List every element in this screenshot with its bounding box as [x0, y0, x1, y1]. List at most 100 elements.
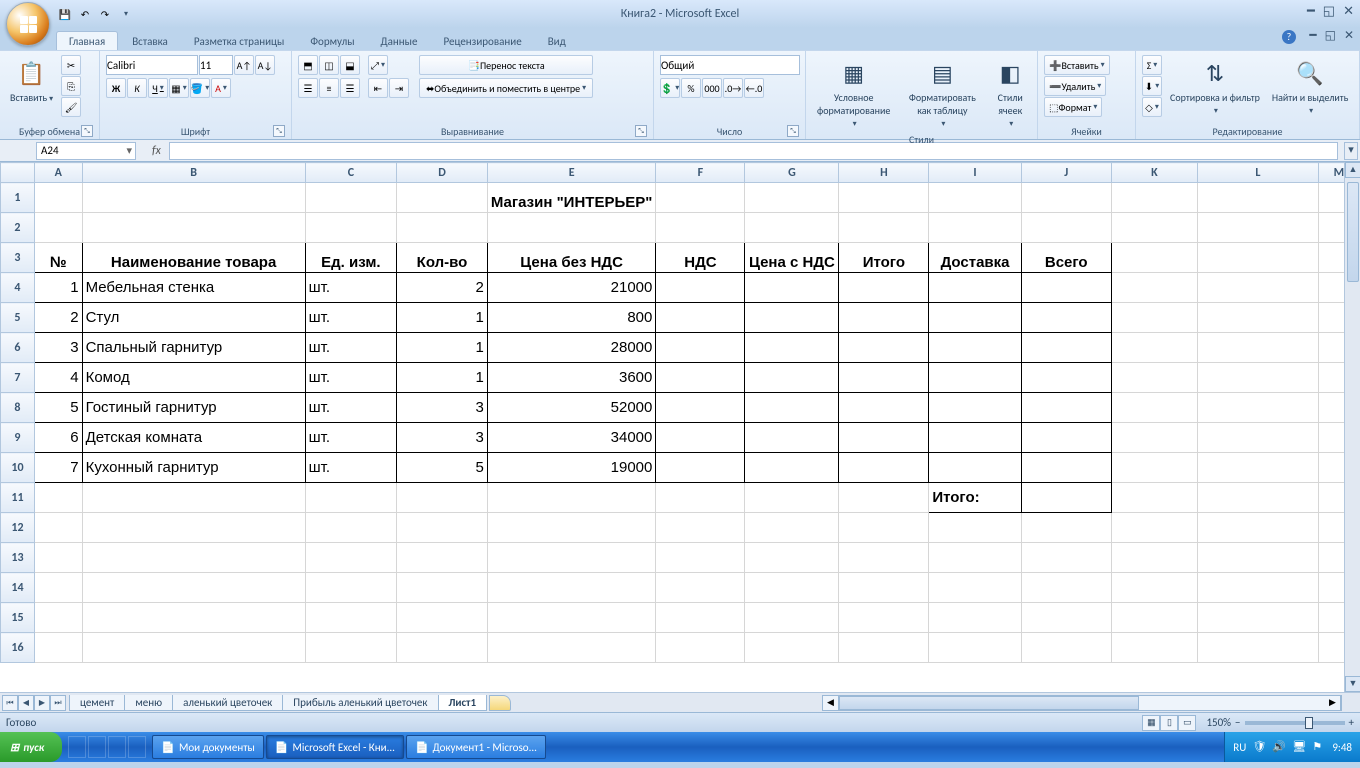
- row-header-10[interactable]: 10: [1, 453, 35, 483]
- font-color-icon[interactable]: A: [211, 78, 231, 98]
- col-header-F[interactable]: F: [656, 163, 745, 183]
- cell-I7[interactable]: [929, 363, 1021, 393]
- cell-F7[interactable]: [656, 363, 745, 393]
- cell-L14[interactable]: [1198, 573, 1319, 603]
- cell-A14[interactable]: [34, 573, 82, 603]
- col-header-H[interactable]: H: [839, 163, 929, 183]
- cell-K12[interactable]: [1111, 513, 1197, 543]
- row-header-3[interactable]: 3: [1, 243, 35, 273]
- cell-C8[interactable]: шт.: [305, 393, 397, 423]
- italic-button[interactable]: К: [127, 78, 147, 98]
- col-header-B[interactable]: B: [82, 163, 305, 183]
- cell-G10[interactable]: [745, 453, 839, 483]
- hscroll-thumb[interactable]: [839, 696, 1139, 710]
- minimize-button[interactable]: ━: [1307, 4, 1315, 19]
- sheet-nav-next-icon[interactable]: ▶: [34, 695, 50, 711]
- tab-home[interactable]: Главная: [56, 31, 118, 50]
- cell-C14[interactable]: [305, 573, 397, 603]
- cell-G12[interactable]: [745, 513, 839, 543]
- sheet-tab-4[interactable]: Лист1: [438, 695, 488, 711]
- cell-I13[interactable]: [929, 543, 1021, 573]
- find-select-button[interactable]: 🔍Найти и выделить: [1268, 55, 1352, 118]
- cell-B6[interactable]: Спальный гарнитур: [82, 333, 305, 363]
- zoom-slider[interactable]: [1245, 721, 1345, 725]
- cell-L4[interactable]: [1198, 273, 1319, 303]
- ql-icon-2[interactable]: [88, 736, 106, 758]
- cell-H1[interactable]: [839, 183, 929, 213]
- row-header-7[interactable]: 7: [1, 363, 35, 393]
- cell-D9[interactable]: 3: [397, 423, 488, 453]
- cell-B4[interactable]: Мебельная стенка: [82, 273, 305, 303]
- cell-L2[interactable]: [1198, 213, 1319, 243]
- tray-icon-3[interactable]: 🖥: [1292, 740, 1306, 754]
- sheet-nav-prev-icon[interactable]: ◀: [18, 695, 34, 711]
- col-header-D[interactable]: D: [397, 163, 488, 183]
- cell-G3[interactable]: Цена с НДС: [745, 243, 839, 273]
- cell-G13[interactable]: [745, 543, 839, 573]
- cell-G2[interactable]: [745, 213, 839, 243]
- tab-review[interactable]: Рецензирование: [431, 32, 533, 50]
- cell-H2[interactable]: [839, 213, 929, 243]
- scroll-thumb[interactable]: [1347, 182, 1359, 282]
- cell-D5[interactable]: 1: [397, 303, 488, 333]
- doc-close-button[interactable]: ✕: [1344, 28, 1354, 43]
- cell-D3[interactable]: Кол-во: [397, 243, 488, 273]
- cell-K9[interactable]: [1111, 423, 1197, 453]
- col-header-K[interactable]: K: [1111, 163, 1197, 183]
- save-icon[interactable]: 💾: [56, 5, 74, 23]
- cell-G15[interactable]: [745, 603, 839, 633]
- cell-B1[interactable]: [82, 183, 305, 213]
- row-header-8[interactable]: 8: [1, 393, 35, 423]
- cell-I4[interactable]: [929, 273, 1021, 303]
- decrease-indent-icon[interactable]: ⇤: [368, 78, 388, 98]
- tray-icon-4[interactable]: ⚑: [1312, 740, 1326, 754]
- cell-J6[interactable]: [1021, 333, 1111, 363]
- cell-C2[interactable]: [305, 213, 397, 243]
- cell-B5[interactable]: Стул: [82, 303, 305, 333]
- cell-E2[interactable]: [487, 213, 656, 243]
- cell-D8[interactable]: 3: [397, 393, 488, 423]
- cell-D15[interactable]: [397, 603, 488, 633]
- undo-icon[interactable]: ↶: [76, 5, 94, 23]
- cell-K7[interactable]: [1111, 363, 1197, 393]
- cell-I11[interactable]: Итого:: [929, 483, 1021, 513]
- cell-A4[interactable]: 1: [34, 273, 82, 303]
- cell-B15[interactable]: [82, 603, 305, 633]
- cell-F16[interactable]: [656, 633, 745, 663]
- cell-C5[interactable]: шт.: [305, 303, 397, 333]
- zoom-in-button[interactable]: +: [1349, 716, 1354, 729]
- cell-J14[interactable]: [1021, 573, 1111, 603]
- cell-C13[interactable]: [305, 543, 397, 573]
- cell-E7[interactable]: 3600: [487, 363, 656, 393]
- worksheet-grid[interactable]: ABCDEFGHIJKLM1Магазин "ИНТЕРЬЕР"23№Наиме…: [0, 162, 1360, 692]
- cell-A12[interactable]: [34, 513, 82, 543]
- align-right-icon[interactable]: ☰: [340, 78, 360, 98]
- cell-A10[interactable]: 7: [34, 453, 82, 483]
- cell-D4[interactable]: 2: [397, 273, 488, 303]
- number-launcher-icon[interactable]: ⤡: [787, 125, 799, 137]
- row-header-6[interactable]: 6: [1, 333, 35, 363]
- cell-L13[interactable]: [1198, 543, 1319, 573]
- cell-E11[interactable]: [487, 483, 656, 513]
- cell-G7[interactable]: [745, 363, 839, 393]
- cell-J16[interactable]: [1021, 633, 1111, 663]
- cell-A5[interactable]: 2: [34, 303, 82, 333]
- cell-H11[interactable]: [839, 483, 929, 513]
- cell-B16[interactable]: [82, 633, 305, 663]
- cell-F5[interactable]: [656, 303, 745, 333]
- cell-C10[interactable]: шт.: [305, 453, 397, 483]
- cell-I10[interactable]: [929, 453, 1021, 483]
- cell-D16[interactable]: [397, 633, 488, 663]
- cell-J8[interactable]: [1021, 393, 1111, 423]
- cell-D6[interactable]: 1: [397, 333, 488, 363]
- cell-K15[interactable]: [1111, 603, 1197, 633]
- cell-K5[interactable]: [1111, 303, 1197, 333]
- cell-K16[interactable]: [1111, 633, 1197, 663]
- conditional-formatting-button[interactable]: ▦Условное форматирование: [812, 55, 895, 131]
- cell-F6[interactable]: [656, 333, 745, 363]
- format-as-table-button[interactable]: ▤Форматировать как таблицу: [899, 55, 985, 131]
- cell-H3[interactable]: Итого: [839, 243, 929, 273]
- cell-I14[interactable]: [929, 573, 1021, 603]
- cell-A1[interactable]: [34, 183, 82, 213]
- cell-D2[interactable]: [397, 213, 488, 243]
